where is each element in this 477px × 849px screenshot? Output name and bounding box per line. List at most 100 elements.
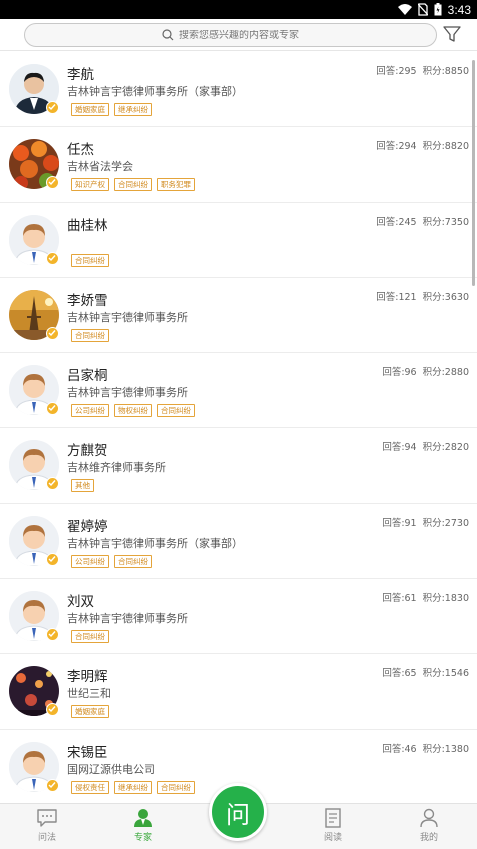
expert-organization: 吉林钟言宇德律师事务所 [67, 386, 188, 400]
expert-name: 宋锡臣 [67, 744, 108, 761]
expertise-tag: 合同纠纷 [157, 404, 195, 418]
clock: 3:43 [447, 2, 471, 17]
expert-name: 李航 [67, 67, 94, 83]
verified-badge-icon [46, 552, 59, 566]
ask-button-label: 问 [226, 800, 250, 829]
expert-organization: 吉林钟言宇德律师事务所 [67, 310, 188, 324]
nav-label: 我的 [419, 833, 438, 843]
answer-count: 回答:65 [382, 668, 417, 680]
expert-name: 李明辉 [67, 669, 108, 686]
points-count: 积分:3630 [422, 291, 469, 303]
expert-organization: 吉林钟言宇德律师事务所（家事部） [67, 85, 243, 98]
answer-count: 回答:61 [382, 593, 417, 605]
expert-name: 刘双 [67, 594, 94, 611]
expertise-tags: 合同纠纷 [71, 328, 109, 342]
verified-badge-icon [46, 778, 59, 792]
nav-label: 问法 [37, 833, 56, 843]
expert-organization: 吉林钟言宇德律师事务所 [67, 612, 188, 626]
verified-badge-icon [46, 477, 59, 491]
status-icons: 3:43 [397, 2, 471, 17]
expert-organization: 国网辽源供电公司 [67, 762, 155, 776]
expertise-tags: 侵权责任 继承纠纷 合同纠纷 [71, 780, 195, 794]
expertise-tags: 其他 [71, 479, 94, 493]
expertise-tag: 合同纠纷 [71, 253, 109, 267]
scrollbar[interactable] [472, 60, 475, 286]
verified-badge-icon [46, 251, 59, 265]
expert-row[interactable]: 任杰 吉林省法学会 知识产权 合同纠纷 职务犯罪 回答:294 积分:8820 [0, 127, 477, 203]
expert-row[interactable]: 曲桂林 合同纠纷 回答:245 积分:7350 [0, 203, 477, 278]
answer-count: 回答:245 [376, 216, 417, 228]
expertise-tags: 婚姻家庭 继承纠纷 [71, 103, 152, 116]
expert-row[interactable]: 刘双 吉林钟言宇德律师事务所 合同纠纷 回答:61 积分:1830 [0, 579, 477, 655]
points-count: 积分:1546 [422, 668, 469, 680]
expertise-tag: 婚姻家庭 [71, 705, 109, 719]
expert-name: 曲桂林 [67, 217, 108, 234]
wifi-icon [397, 4, 412, 15]
expert-row[interactable]: 李明辉 世纪三和 婚姻家庭 回答:65 积分:1546 [0, 654, 477, 730]
chat-icon [37, 809, 57, 827]
expert-stats: 回答:96 积分:2880 [382, 364, 469, 378]
expert-organization: 吉林省法学会 [67, 160, 133, 174]
nav-item-ask-law[interactable]: 问法 [7, 804, 87, 849]
points-count: 积分:1830 [422, 593, 469, 605]
answer-count: 回答:94 [382, 442, 417, 454]
expert-organization: 吉林钟言宇德律师事务所（家事部） [67, 536, 243, 550]
expert-stats: 回答:65 积分:1546 [382, 665, 469, 679]
points-count: 积分:1380 [422, 743, 469, 755]
expertise-tags: 公司纠纷 物权纠纷 合同纠纷 [71, 404, 195, 418]
answer-count: 回答:295 [376, 66, 417, 77]
document-icon [325, 808, 341, 828]
answer-count: 回答:96 [382, 367, 417, 379]
expert-row[interactable]: 李娇雪 吉林钟言宇德律师事务所 合同纠纷 回答:121 积分:3630 [0, 278, 477, 354]
search-input[interactable] [179, 29, 299, 41]
expert-stats: 回答:91 积分:2730 [382, 515, 469, 529]
answer-count: 回答:91 [382, 517, 417, 529]
nav-label: 阅读 [323, 833, 342, 843]
points-count: 积分:2880 [422, 367, 469, 379]
expert-name: 李娇雪 [67, 292, 108, 309]
nav-item-mine[interactable]: 我的 [389, 804, 469, 849]
expert-stats: 回答:121 积分:3630 [376, 289, 469, 303]
expert-icon [134, 809, 152, 827]
answer-count: 回答:46 [382, 743, 417, 755]
expert-row[interactable]: 方麒贺 吉林维齐律师事务所 其他 回答:94 积分:2820 [0, 428, 477, 504]
points-count: 积分:2730 [422, 517, 469, 529]
expertise-tag: 侵权责任 [71, 780, 109, 794]
expertise-tag: 职务犯罪 [157, 178, 195, 192]
expertise-tags: 合同纠纷 [71, 253, 109, 267]
no-sim-icon [417, 3, 428, 16]
battery-icon [434, 3, 442, 16]
expertise-tag: 合同纠纷 [71, 630, 109, 644]
expertise-tags: 婚姻家庭 [71, 705, 109, 719]
verified-badge-icon [46, 101, 59, 114]
status-bar: 3:43 [0, 0, 477, 19]
verified-badge-icon [46, 176, 59, 190]
points-count: 积分:7350 [422, 216, 469, 228]
nav-item-experts[interactable]: 专家 [103, 804, 183, 849]
nav-label: 专家 [133, 833, 152, 843]
expert-stats: 回答:245 积分:7350 [376, 214, 469, 228]
expertise-tag: 物权纠纷 [114, 404, 152, 418]
expertise-tag: 知识产权 [71, 178, 109, 192]
points-count: 积分:8850 [422, 66, 469, 77]
expert-stats: 回答:295 积分:8850 [376, 63, 469, 77]
expertise-tag: 其他 [71, 479, 94, 493]
search-icon [162, 29, 174, 41]
expert-row[interactable]: 吕家桐 吉林钟言宇德律师事务所 公司纠纷 物权纠纷 合同纠纷 回答:96 积分:288… [0, 353, 477, 429]
points-count: 积分:8820 [422, 141, 469, 153]
expert-row[interactable]: 李航 吉林钟言宇德律师事务所（家事部） 婚姻家庭 继承纠纷 回答:295 积分:88… [0, 52, 477, 128]
expert-list[interactable]: 李航 吉林钟言宇德律师事务所（家事部） 婚姻家庭 继承纠纷 回答:295 积分:88… [0, 52, 477, 803]
nav-item-reading[interactable]: 阅读 [293, 804, 373, 849]
search-bar[interactable] [24, 23, 437, 47]
filter-icon[interactable] [443, 25, 461, 43]
expert-row[interactable]: 翟婷婷 吉林钟言宇德律师事务所（家事部） 公司纠纷 合同纠纷 回答:91 积分:27… [0, 504, 477, 580]
expertise-tags: 公司纠纷 合同纠纷 [71, 554, 152, 568]
answer-count: 回答:294 [376, 141, 417, 153]
ask-question-button[interactable]: 问 [209, 783, 267, 841]
expertise-tag: 合同纠纷 [157, 780, 195, 794]
expertise-tag: 公司纠纷 [71, 404, 109, 418]
expert-organization: 世纪三和 [67, 687, 111, 701]
expert-organization: 吉林维齐律师事务所 [67, 461, 166, 475]
expertise-tag: 合同纠纷 [114, 554, 152, 568]
expertise-tag: 继承纠纷 [114, 780, 152, 794]
